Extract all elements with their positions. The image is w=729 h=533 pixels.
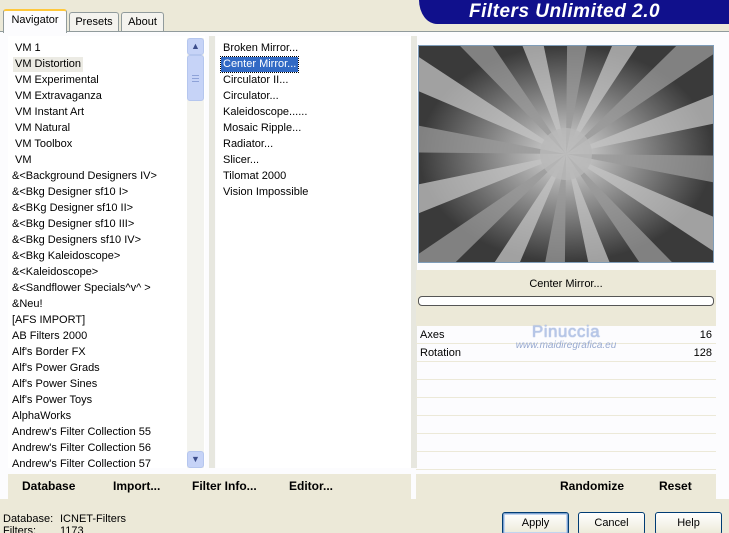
navigator-button-bar: Database Import... Filter Info... Editor… <box>8 474 411 500</box>
list-item[interactable]: VM Toolbox <box>13 137 74 152</box>
tab-about[interactable]: About <box>121 12 164 32</box>
param-row-empty <box>416 452 716 470</box>
scroll-up-icon[interactable]: ▲ <box>187 38 204 55</box>
effect-list[interactable]: Broken Mirror... Center Mirror... Circul… <box>216 36 411 468</box>
list-item[interactable]: &<Background Designers IV> <box>10 169 159 184</box>
list-item-selected[interactable]: Center Mirror... <box>219 56 300 73</box>
scroll-down-icon[interactable]: ▼ <box>187 451 204 468</box>
list-item-selected[interactable]: VM Distortion <box>13 57 84 72</box>
list-item[interactable]: Alf's Power Toys <box>10 393 94 408</box>
list-item[interactable]: Kaleidoscope...... <box>221 105 309 120</box>
list-item[interactable]: &<Bkg Designers sf10 IV> <box>10 233 143 248</box>
param-row-empty <box>416 398 716 416</box>
param-row-rotation[interactable]: Rotation 128 <box>416 344 716 362</box>
scroll-thumb[interactable] <box>187 55 204 101</box>
filter-info-button[interactable]: Filter Info... <box>192 479 257 493</box>
param-value[interactable]: 128 <box>694 344 712 362</box>
kaleidoscope-preview <box>419 46 713 262</box>
list-item[interactable]: Circulator II... <box>221 73 290 88</box>
preview-image <box>418 45 714 263</box>
param-label: Rotation <box>420 347 461 359</box>
list-item[interactable]: VM Natural <box>13 121 72 136</box>
database-value: ICNET-Filters <box>60 513 126 525</box>
list-item[interactable]: AlphaWorks <box>10 409 73 424</box>
list-item[interactable]: Radiator... <box>221 137 275 152</box>
list-item[interactable]: &<Bkg Designer sf10 I> <box>10 185 130 200</box>
editor-button[interactable]: Editor... <box>289 479 333 493</box>
randomize-button[interactable]: Randomize <box>560 479 624 493</box>
column-divider <box>209 36 215 468</box>
list-item[interactable]: Andrew's Filter Collection 56 <box>10 441 153 456</box>
list-item[interactable]: Slicer... <box>221 153 261 168</box>
list-item[interactable]: Alf's Border FX <box>10 345 88 360</box>
list-item[interactable]: VM Extravaganza <box>13 89 104 104</box>
list-item[interactable]: [AFS IMPORT] <box>10 313 87 328</box>
list-item[interactable]: VM Instant Art <box>13 105 86 120</box>
list-item[interactable]: &<Bkg Kaleidoscope> <box>10 249 122 264</box>
list-item[interactable]: Vision Impossible <box>221 185 310 200</box>
navigator-panel: VM 1 VM Distortion VM Experimental VM Ex… <box>0 31 729 500</box>
preview-caption-panel: Center Mirror... <box>416 270 716 326</box>
list-item[interactable]: VM Experimental <box>13 73 101 88</box>
category-scrollbar[interactable]: ▲ ▼ <box>187 38 204 468</box>
list-item[interactable]: Andrew's Filter Collection 55 <box>10 425 153 440</box>
help-button[interactable]: Help <box>655 512 722 533</box>
param-row-empty <box>416 362 716 380</box>
database-label: Database: <box>3 513 54 525</box>
reset-button[interactable]: Reset <box>659 479 692 493</box>
database-button[interactable]: Database <box>22 479 75 493</box>
import-button[interactable]: Import... <box>113 479 160 493</box>
list-item[interactable]: AB Filters 2000 <box>10 329 89 344</box>
cancel-button[interactable]: Cancel <box>578 512 645 533</box>
param-label: Axes <box>420 329 445 341</box>
preview-center <box>540 128 592 180</box>
list-item[interactable]: Mosaic Ripple... <box>221 121 303 136</box>
preview-button-bar: Randomize Reset <box>416 474 716 500</box>
list-item[interactable]: &<Sandflower Specials^v^ > <box>10 281 153 296</box>
list-item[interactable]: VM <box>13 153 34 168</box>
category-list[interactable]: VM 1 VM Distortion VM Experimental VM Ex… <box>8 36 205 470</box>
param-row-axes[interactable]: Axes 16 <box>416 326 716 344</box>
list-item[interactable]: Alf's Power Sines <box>10 377 99 392</box>
list-item[interactable]: &<BKg Designer sf10 II> <box>10 201 135 216</box>
tab-navigator[interactable]: Navigator <box>3 9 67 33</box>
list-item[interactable]: &Neu! <box>10 297 45 312</box>
list-item[interactable]: Andrew's Filter Collection 57 <box>10 457 153 472</box>
param-row-empty <box>416 434 716 452</box>
tab-presets[interactable]: Presets <box>69 12 119 32</box>
progress-bar <box>418 296 714 306</box>
app-title-banner: Filters Unlimited 2.0 <box>419 0 729 24</box>
effect-caption: Center Mirror... <box>529 278 603 290</box>
apply-button[interactable]: Apply <box>502 512 569 533</box>
param-row-empty <box>416 416 716 434</box>
preview-column: Center Mirror... Axes 16 Rotation 128 Pi… <box>416 36 716 470</box>
filters-count: 1173 <box>60 525 84 533</box>
header: Filters Unlimited 2.0 Navigator Presets … <box>0 0 729 33</box>
list-item[interactable]: Broken Mirror... <box>221 41 300 56</box>
list-item[interactable]: &<Kaleidoscope> <box>10 265 100 280</box>
list-item[interactable]: &<Bkg Designer sf10 III> <box>10 217 136 232</box>
list-item[interactable]: Tilomat 2000 <box>221 169 288 184</box>
filters-label: Filters: <box>3 525 36 533</box>
list-item[interactable]: Circulator... <box>221 89 281 104</box>
list-item[interactable]: Alf's Power Grads <box>10 361 102 376</box>
param-value[interactable]: 16 <box>700 326 712 344</box>
list-item[interactable]: VM 1 <box>13 41 43 56</box>
param-row-empty <box>416 380 716 398</box>
